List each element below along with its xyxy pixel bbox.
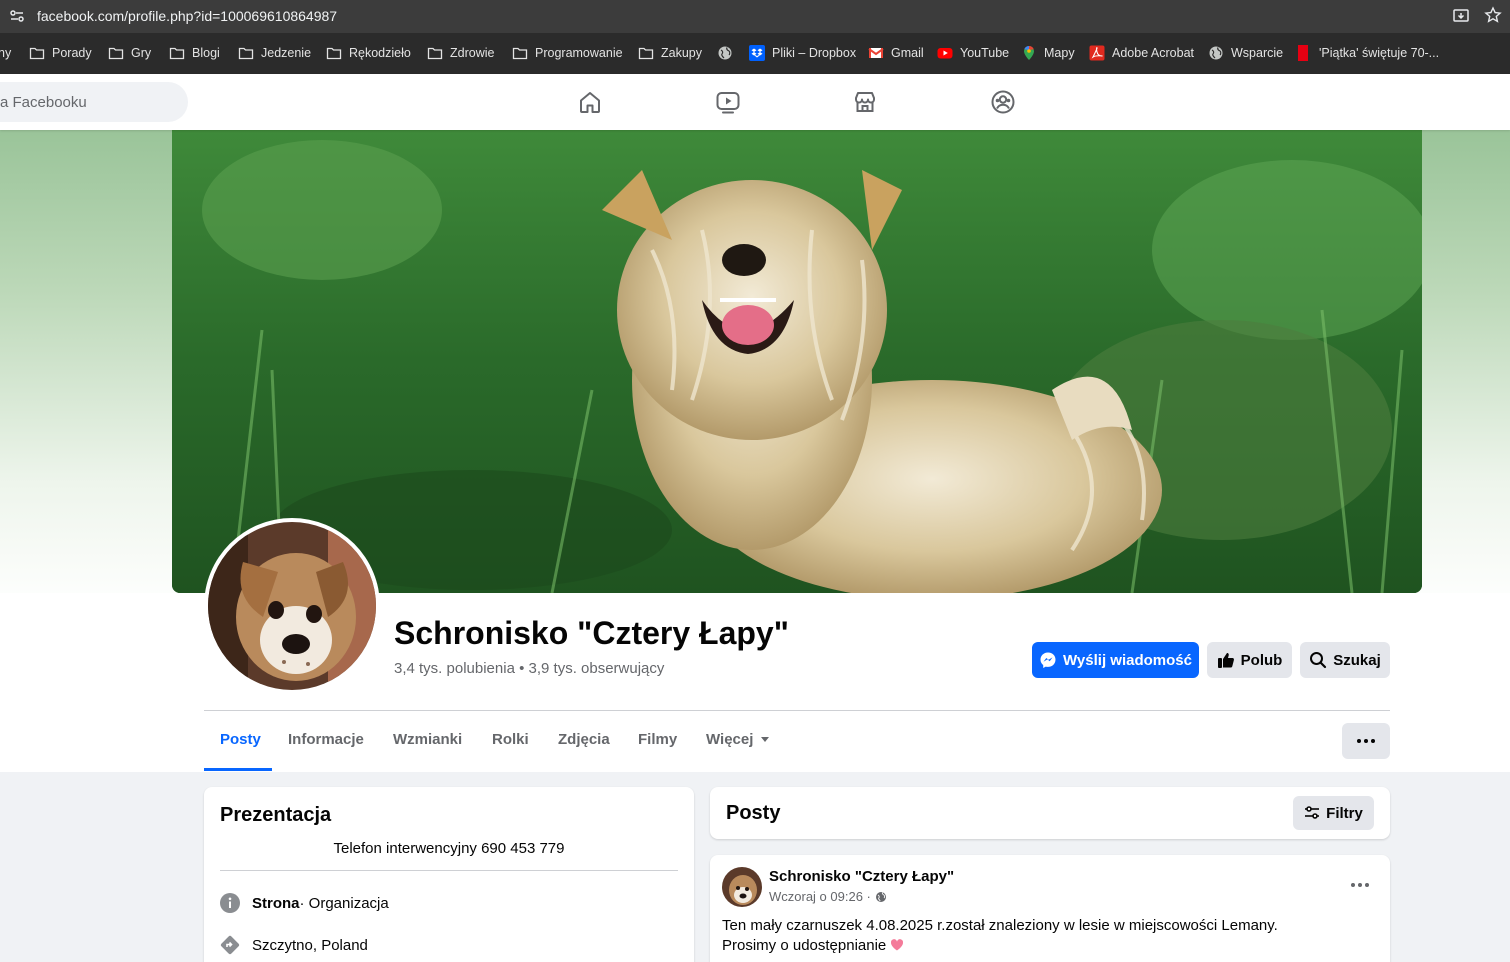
posts-header-card: Posty Filtry <box>710 787 1390 839</box>
bookmark-maps[interactable]: Mapy <box>1021 44 1075 62</box>
marketplace-icon[interactable] <box>851 88 879 116</box>
like-button[interactable]: Polub <box>1207 642 1292 678</box>
globe-icon <box>1208 45 1224 61</box>
intro-title: Prezentacja <box>220 804 332 826</box>
page-search-button[interactable]: Szukaj <box>1300 642 1390 678</box>
tab-rolki[interactable]: Rolki <box>492 731 529 748</box>
intro-bio: Telefon interwencyjny 690 453 779 <box>333 840 565 857</box>
profile-avatar[interactable] <box>204 518 380 694</box>
more-dots-icon <box>1351 883 1369 887</box>
bookmark-item[interactable]: ny <box>0 44 11 62</box>
heart-emoji-icon <box>890 938 904 952</box>
browser-address-bar: facebook.com/profile.php?id=100069610864… <box>0 0 1510 33</box>
bookmark-folder-zakupy[interactable]: Zakupy <box>638 44 702 62</box>
tab-zdjecia[interactable]: Zdjęcia <box>558 731 610 748</box>
install-app-icon[interactable] <box>1452 7 1470 25</box>
url-field[interactable]: facebook.com/profile.php?id=100069610864… <box>37 8 337 24</box>
tab-wiecej[interactable]: Więcej <box>706 731 770 748</box>
bookmark-globe[interactable] <box>717 44 740 62</box>
intro-card: Prezentacja Telefon interwencyjny 690 45… <box>204 787 694 962</box>
more-dots-icon <box>1357 739 1375 743</box>
bookmark-wsparcie[interactable]: Wsparcie <box>1208 44 1283 62</box>
folder-icon <box>512 45 528 61</box>
header-divider <box>204 710 1390 711</box>
profile-stats[interactable]: 3,4 tys. polubienia • 3,9 tys. obserwują… <box>394 660 664 677</box>
folder-icon <box>638 45 654 61</box>
page-title: Schronisko "Cztery Łapy" <box>394 615 789 651</box>
youtube-icon <box>937 45 953 61</box>
bookmark-folder-rekodzielo[interactable]: Rękodzieło <box>326 44 411 62</box>
globe-icon <box>875 891 887 903</box>
tab-informacje[interactable]: Informacje <box>288 731 364 748</box>
maps-pin-icon <box>1021 45 1037 61</box>
bookmark-piatka[interactable]: 'Piątka' świętuje 70-... <box>1296 44 1439 62</box>
bookmark-dropbox[interactable]: Pliki – Dropbox <box>749 44 856 62</box>
folder-icon <box>427 45 443 61</box>
globe-icon <box>717 45 733 61</box>
tab-posty[interactable]: Posty <box>220 731 261 748</box>
video-icon[interactable] <box>714 88 742 116</box>
posts-title: Posty <box>726 802 781 824</box>
folder-icon <box>326 45 342 61</box>
bookmark-folder-jedzenie[interactable]: Jedzenie <box>238 44 311 62</box>
info-icon <box>220 893 240 913</box>
red-bookmark-icon <box>1296 45 1312 61</box>
tab-filmy[interactable]: Filmy <box>638 731 677 748</box>
caret-down-icon <box>761 736 770 742</box>
post-author-avatar[interactable] <box>722 867 762 907</box>
dropbox-icon <box>749 45 765 61</box>
post-timestamp[interactable]: Wczoraj o 09:26 · <box>769 889 871 904</box>
bookmark-acrobat[interactable]: Adobe Acrobat <box>1089 44 1194 62</box>
intro-divider <box>220 870 678 871</box>
tab-wzmianki[interactable]: Wzmianki <box>393 731 462 748</box>
active-tab-indicator <box>204 768 272 771</box>
bookmark-gmail[interactable]: Gmail <box>868 44 924 62</box>
facebook-search-input[interactable] <box>0 82 180 122</box>
bookmark-folder-programowanie[interactable]: Programowanie <box>512 44 623 62</box>
post-meta: Wczoraj o 09:26 · <box>769 889 887 904</box>
filters-button[interactable]: Filtry <box>1293 796 1374 830</box>
search-icon <box>1309 651 1327 669</box>
bookmark-folder-zdrowie[interactable]: Zdrowie <box>427 44 494 62</box>
post-author-name[interactable]: Schronisko "Cztery Łapy" <box>769 868 954 885</box>
folder-icon <box>238 45 254 61</box>
folder-icon <box>29 45 45 61</box>
bookmark-folder-porady[interactable]: Porady <box>29 44 92 62</box>
facebook-top-nav <box>0 74 1510 130</box>
post-card: Schronisko "Cztery Łapy" Wczoraj o 09:26… <box>710 855 1390 962</box>
facebook-search-box <box>0 82 188 122</box>
location-row: Szczytno, Poland <box>220 935 368 955</box>
groups-icon[interactable] <box>989 88 1017 116</box>
bookmark-folder-blogi[interactable]: Blogi <box>169 44 220 62</box>
send-message-button[interactable]: Wyślij wiadomość <box>1032 642 1199 678</box>
thumbs-up-icon <box>1217 651 1235 669</box>
home-icon[interactable] <box>576 88 604 116</box>
folder-icon <box>169 45 185 61</box>
acrobat-icon <box>1089 45 1105 61</box>
bookmark-youtube[interactable]: YouTube <box>937 44 1009 62</box>
site-info-icon[interactable] <box>8 7 26 25</box>
folder-icon <box>108 45 124 61</box>
post-text: Ten mały czarnuszek 4.08.2025 r.został z… <box>722 917 1278 954</box>
bookmark-star-icon[interactable] <box>1484 6 1502 24</box>
cover-photo[interactable] <box>172 130 1422 593</box>
messenger-icon <box>1039 651 1057 669</box>
directions-icon <box>220 935 240 955</box>
post-options-button[interactable] <box>1344 873 1376 897</box>
gmail-icon <box>868 45 884 61</box>
page-category-row: Strona · Organizacja <box>220 893 389 913</box>
more-options-button[interactable] <box>1342 723 1390 759</box>
bookmarks-bar: ny Porady Gry Blogi Jedzenie Rękodzieło … <box>0 33 1510 74</box>
filter-sliders-icon <box>1304 805 1320 821</box>
bookmark-folder-gry[interactable]: Gry <box>108 44 151 62</box>
